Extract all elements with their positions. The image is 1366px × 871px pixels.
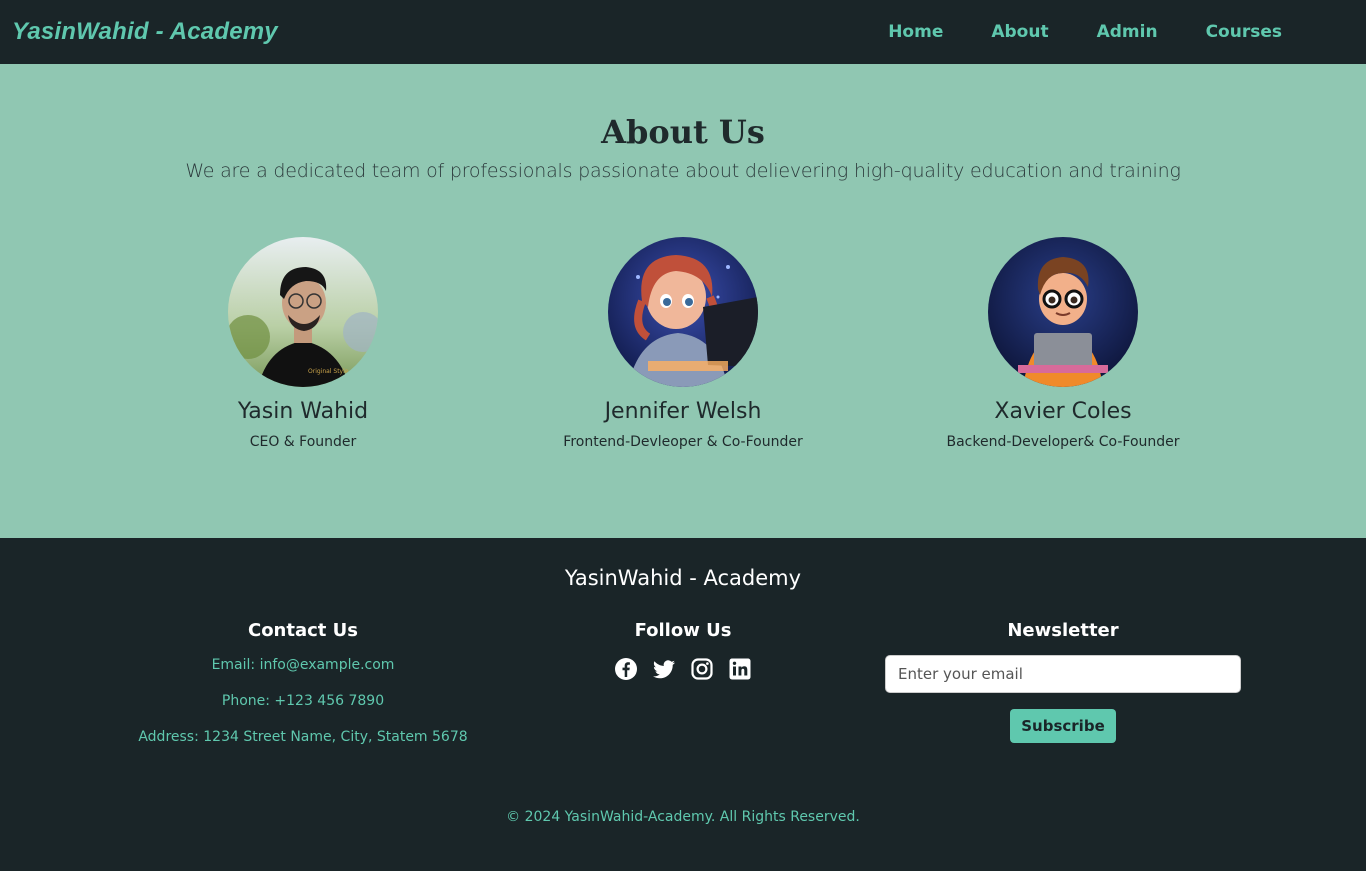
- svg-text:Original Style: Original Style: [308, 368, 349, 375]
- team-member: Xavier Coles Backend-Developer& Co-Found…: [873, 237, 1253, 450]
- avatar-yasin: Original Style: [228, 237, 378, 387]
- contact-title: Contact Us: [247, 620, 358, 641]
- nav-home[interactable]: Home: [888, 22, 943, 42]
- team-member: Original Style Yasin Wahid CEO & Founder: [113, 237, 493, 450]
- twitter-icon[interactable]: [652, 657, 676, 681]
- avatar-xavier: [988, 237, 1138, 387]
- social-links: [493, 657, 873, 681]
- about-section: About Us We are a dedicated team of prof…: [0, 64, 1366, 538]
- nav-admin[interactable]: Admin: [1097, 22, 1158, 42]
- footer: YasinWahid - Academy Contact Us Email: i…: [0, 538, 1366, 871]
- nav-about[interactable]: About: [991, 22, 1048, 42]
- follow-column: Follow Us: [493, 620, 873, 681]
- nav-links: Home About Admin Courses: [840, 22, 1282, 42]
- contact-phone: Phone: +123 456 7890: [221, 693, 385, 709]
- member-role: CEO & Founder: [249, 434, 357, 450]
- instagram-icon[interactable]: [690, 657, 714, 681]
- newsletter-email-input[interactable]: [885, 655, 1241, 693]
- member-role: Frontend-Devleoper & Co-Founder: [563, 434, 803, 450]
- copyright: © 2024 YasinWahid-Academy. All Rights Re…: [506, 809, 860, 825]
- footer-brand: YasinWahid - Academy: [564, 566, 802, 590]
- member-role: Backend-Developer& Co-Founder: [946, 434, 1180, 450]
- about-title: About Us: [601, 113, 765, 151]
- member-name: Jennifer Welsh: [604, 399, 762, 424]
- contact-address: Address: 1234 Street Name, City, Statem …: [138, 729, 468, 745]
- newsletter-title: Newsletter: [1007, 620, 1119, 641]
- avatar-jennifer: [608, 237, 758, 387]
- subscribe-button[interactable]: Subscribe: [1010, 709, 1116, 743]
- newsletter-column: Newsletter Subscribe: [873, 620, 1253, 743]
- brand-logo[interactable]: YasinWahid - Academy: [12, 18, 278, 46]
- member-name: Yasin Wahid: [237, 399, 369, 424]
- about-subtitle: We are a dedicated team of professionals…: [185, 160, 1181, 182]
- facebook-icon[interactable]: [614, 657, 638, 681]
- nav-courses[interactable]: Courses: [1206, 22, 1282, 42]
- member-name: Xavier Coles: [994, 399, 1132, 424]
- team-member: Jennifer Welsh Frontend-Devleoper & Co-F…: [493, 237, 873, 450]
- linkedin-icon[interactable]: [728, 657, 752, 681]
- follow-title: Follow Us: [634, 620, 732, 641]
- contact-column: Contact Us Email: info@example.com Phone…: [113, 620, 493, 745]
- navbar: YasinWahid - Academy Home About Admin Co…: [0, 0, 1366, 64]
- contact-email: Email: info@example.com: [211, 657, 395, 673]
